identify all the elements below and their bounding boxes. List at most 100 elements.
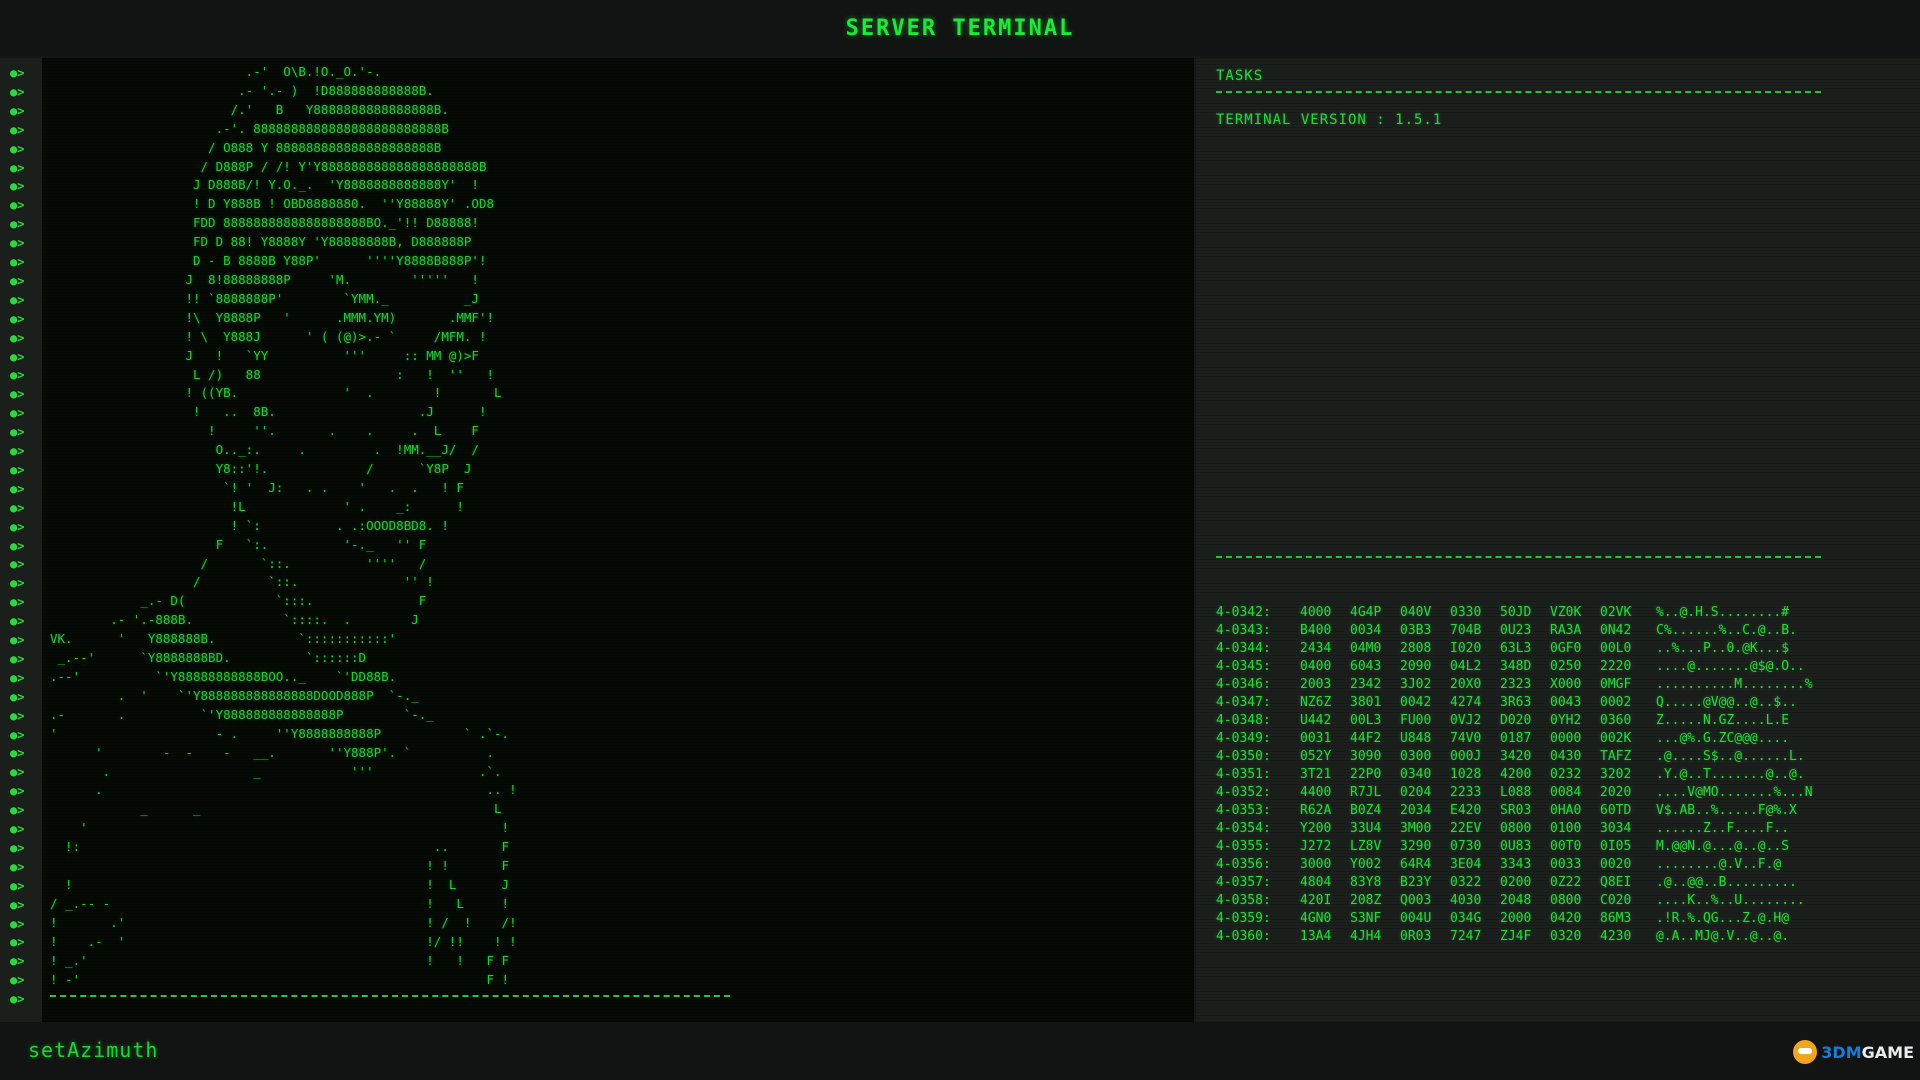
hex-word: LZ8V <box>1350 839 1382 854</box>
hex-word: C020 <box>1600 893 1632 908</box>
hex-address: 4-0354: <box>1216 821 1271 836</box>
hex-word: 0YH2 <box>1550 713 1582 728</box>
hex-word: 2090 <box>1400 659 1432 674</box>
prompt-symbol: ●> <box>10 878 25 893</box>
hex-address: 4-0349: <box>1216 731 1271 746</box>
hex-word: 0U83 <box>1500 839 1532 854</box>
hex-word: 00T0 <box>1550 839 1582 854</box>
hex-address: 4-0356: <box>1216 857 1271 872</box>
hex-word: Q003 <box>1400 893 1432 908</box>
prompt-symbol: ●> <box>10 387 25 402</box>
hex-word: 034G <box>1450 911 1482 926</box>
prompt-symbol: ●> <box>10 122 25 137</box>
prompt-symbol: ●> <box>10 349 25 364</box>
prompt-symbol: ●> <box>10 651 25 666</box>
hex-word: 0250 <box>1550 659 1582 674</box>
hex-word: 2003 <box>1300 677 1332 692</box>
hex-word: 4200 <box>1500 767 1532 782</box>
hex-row: 4-0342: 4000 4G4P 040V 0330 50JD VZ0K 02VK %..@.… <box>1216 604 1813 622</box>
hex-address: 4-0353: <box>1216 803 1271 818</box>
terminal-divider <box>50 995 730 997</box>
hex-address: 4-0342: <box>1216 605 1271 620</box>
prompt-symbol: ●> <box>10 500 25 515</box>
prompt-symbol: ●> <box>10 103 25 118</box>
prompt-symbol: ●> <box>10 557 25 572</box>
hex-word: S3NF <box>1350 911 1382 926</box>
prompt-symbol: ●> <box>10 784 25 799</box>
hex-word: 2220 <box>1600 659 1632 674</box>
hex-ascii: .!R.%.QG...Z.@.H@ <box>1656 911 1790 926</box>
hex-ascii: .Y.@..T.......@..@. <box>1656 767 1805 782</box>
hex-word: 0200 <box>1500 875 1532 890</box>
hex-row: 4-0348: U442 00L3 FU00 0VJ2 D020 0YH2 0360 Z....… <box>1216 712 1813 730</box>
hex-word: 002K <box>1600 731 1632 746</box>
hex-word: 0322 <box>1450 875 1482 890</box>
prompt-symbol: ●> <box>10 217 25 232</box>
hex-address: 4-0348: <box>1216 713 1271 728</box>
hex-ascii: ....V@MO.......%...N <box>1656 785 1813 800</box>
hex-word: E420 <box>1450 803 1482 818</box>
prompt-symbol: ●> <box>10 595 25 610</box>
hex-word: 3420 <box>1500 749 1532 764</box>
hex-address: 4-0346: <box>1216 677 1271 692</box>
prompt-symbol: ●> <box>10 840 25 855</box>
hex-word: 64R4 <box>1400 857 1432 872</box>
prompt-symbol: ●> <box>10 425 25 440</box>
hex-word: 0034 <box>1350 623 1382 638</box>
hex-ascii: ....K..%..U........ <box>1656 893 1805 908</box>
hex-word: FU00 <box>1400 713 1432 728</box>
command-input[interactable]: setAzimuth <box>28 1038 158 1062</box>
hex-word: 00L0 <box>1600 641 1632 656</box>
prompt-symbol: ●> <box>10 916 25 931</box>
hex-word: U442 <box>1300 713 1332 728</box>
hex-word: 0MGF <box>1600 677 1632 692</box>
hex-word: 2808 <box>1400 641 1432 656</box>
prompt-symbol: ●> <box>10 727 25 742</box>
prompt-symbol: ●> <box>10 236 25 251</box>
hex-word: B400 <box>1300 623 1332 638</box>
prompt-symbol: ●> <box>10 633 25 647</box>
watermark-suffix: GAME <box>1861 1042 1914 1062</box>
hex-ascii: .@..@@..B......... <box>1656 875 1797 890</box>
hex-word: R7JL <box>1350 785 1382 800</box>
hex-address: 4-0355: <box>1216 839 1271 854</box>
hex-word: 0330 <box>1450 605 1482 620</box>
hex-row: 4-0360: 13A4 4JH4 0R03 7247 ZJ4F 0320 4230 @.A..… <box>1216 928 1813 946</box>
hex-word: 4000 <box>1300 605 1332 620</box>
hex-word: 4030 <box>1450 893 1482 908</box>
prompt-symbol: ●> <box>10 576 25 591</box>
hex-word: ZJ4F <box>1500 929 1532 944</box>
hex-word: 208Z <box>1350 893 1382 908</box>
terminal-output[interactable]: .-' O\B.!O._O.'-. .- '.- ) !D88888888888… <box>42 58 1194 1022</box>
hex-word: 04L2 <box>1450 659 1482 674</box>
hex-word: 3290 <box>1400 839 1432 854</box>
hex-ascii: ........@.V..F.@ <box>1656 857 1782 872</box>
hex-word: B0Z4 <box>1350 803 1382 818</box>
ascii-art-portrait: .-' O\B.!O._O.'-. .- '.- ) !D88888888888… <box>50 64 517 987</box>
command-bar: setAzimuth 3DM GAME <box>0 1022 1920 1080</box>
hex-row: 4-0344: 2434 04M0 2808 I020 63L3 0GF0 00L0..%..… <box>1216 640 1813 658</box>
hex-word: 3343 <box>1500 857 1532 872</box>
hex-word: 2323 <box>1500 677 1532 692</box>
hex-address: 4-0345: <box>1216 659 1271 674</box>
prompt-symbol: ●> <box>10 992 25 1007</box>
hex-word: 0Z22 <box>1550 875 1582 890</box>
hex-word: 0360 <box>1600 713 1632 728</box>
hex-word: 13A4 <box>1300 929 1332 944</box>
hex-ascii: Z.....N.GZ....L.E <box>1656 713 1790 728</box>
hex-ascii: C%......%..C.@..B. <box>1656 623 1797 638</box>
prompt-symbol: ●> <box>10 935 25 950</box>
watermark-brand: 3DM <box>1821 1042 1862 1062</box>
hex-word: 0084 <box>1550 785 1582 800</box>
prompt-symbol: ●> <box>10 462 25 477</box>
prompt-symbol: ●> <box>10 670 25 685</box>
hex-word: 2048 <box>1500 893 1532 908</box>
hex-word: 2034 <box>1400 803 1432 818</box>
hex-address: 4-0359: <box>1216 911 1271 926</box>
prompt-symbol: ●> <box>10 954 25 969</box>
hex-word: 60TD <box>1600 803 1632 818</box>
hex-row: 4-0354: Y200 33U4 3M00 22EV 0800 0100 3034.....… <box>1216 820 1813 838</box>
hex-word: 4400 <box>1300 785 1332 800</box>
hex-row: 4-0346: 2003 2342 3J02 20X0 2323 X000 0MGF.....… <box>1216 676 1813 694</box>
hex-word: TAFZ <box>1600 749 1632 764</box>
